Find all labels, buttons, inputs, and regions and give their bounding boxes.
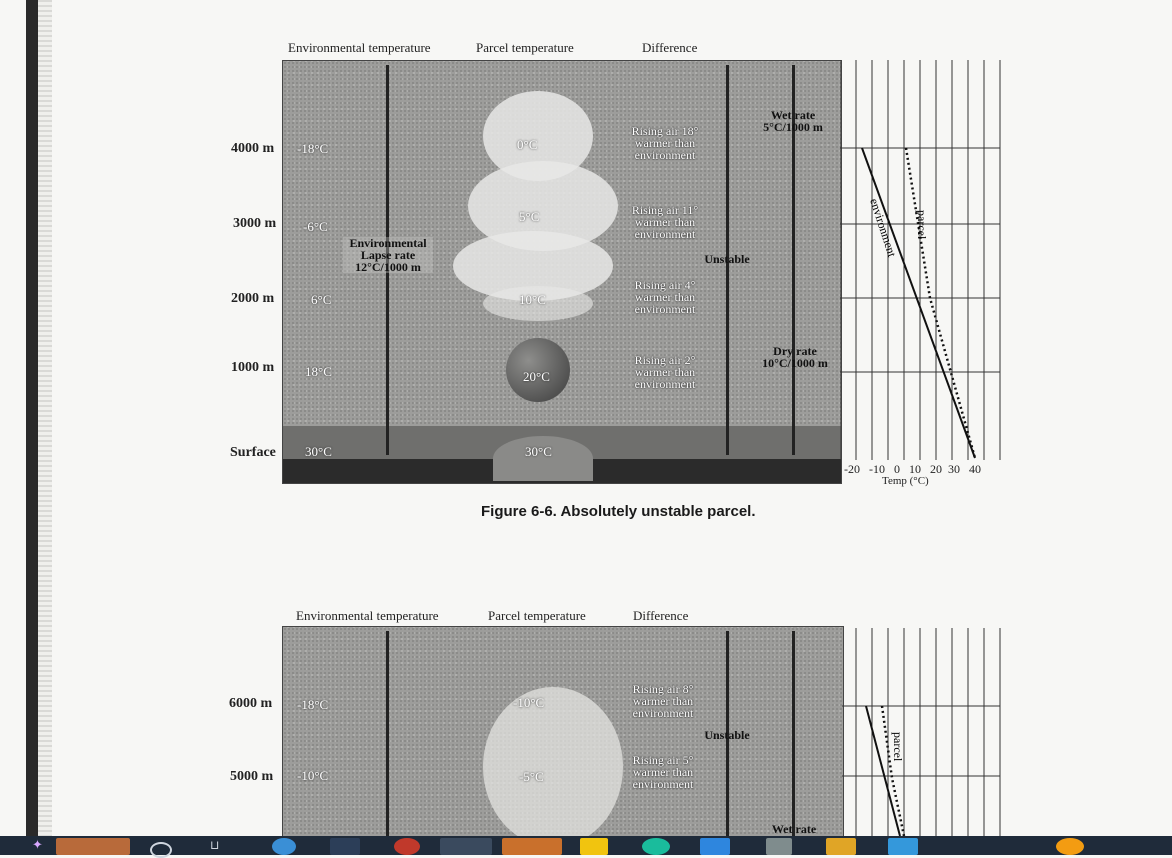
rate-arrow xyxy=(792,631,795,837)
task-view-icon[interactable]: ⊔ xyxy=(210,838,230,855)
unstable-label: Unstable xyxy=(704,728,750,742)
env-temp: -18°C xyxy=(297,141,329,156)
parcel-line xyxy=(904,147,977,459)
mail-icon[interactable] xyxy=(700,838,730,855)
env-temp: 18°C xyxy=(305,364,332,379)
difference-note: Rising air 4° warmer than environment xyxy=(634,278,696,316)
column-header-environmental: Environmental temperature xyxy=(296,608,439,623)
scan-left-edge xyxy=(26,0,38,836)
column-header-parcel: Parcel temperature xyxy=(476,40,574,55)
difference-note: Rising air 11° warmer than environment xyxy=(631,203,699,241)
parcel-temp: -5°C xyxy=(519,769,544,784)
figure-caption: Figure 6-6. Absolutely unstable parcel. xyxy=(481,503,756,520)
parcel-label: parcel xyxy=(915,210,929,240)
parcel-label: parcel xyxy=(891,732,905,762)
difference-note: Rising air 18° warmer than environment xyxy=(631,124,699,162)
column-header-parcel: Parcel temperature xyxy=(488,608,586,623)
environment-line xyxy=(861,147,976,459)
browser-icon[interactable] xyxy=(272,838,296,855)
difference-note: Rising air 2° warmer than environment xyxy=(634,353,696,391)
altitude-label: 2000 m xyxy=(231,291,275,306)
chrome-icon[interactable] xyxy=(642,838,670,855)
store-icon[interactable] xyxy=(888,838,918,855)
dry-rate-label: Dry rate 10°C/1000 m xyxy=(762,344,828,370)
unstable-label: Unstable xyxy=(704,252,750,266)
column-header-difference: Difference xyxy=(633,608,689,623)
altitude-label: 4000 m xyxy=(231,141,275,156)
column-header-difference: Difference xyxy=(642,40,698,55)
env-temp: -6°C xyxy=(303,219,328,234)
parcel-line xyxy=(880,705,906,836)
environmental-lapse-arrow xyxy=(386,631,389,837)
folder-icon[interactable] xyxy=(826,838,856,855)
parcel-temp: -10°C xyxy=(513,695,545,710)
altitude-label: 1000 m xyxy=(231,360,275,375)
env-temp: -18°C xyxy=(297,697,329,712)
calculator-icon[interactable] xyxy=(766,838,792,855)
environment-line xyxy=(865,705,901,836)
atmosphere-illustration: -18°C -10°C -10°C -5°C Rising air 8° warm… xyxy=(282,626,844,837)
env-temp: 30°C xyxy=(305,444,332,459)
parcel-temp: 20°C xyxy=(523,369,550,384)
media-icon[interactable] xyxy=(394,838,420,855)
difference-note: Rising air 5° warmer than environment xyxy=(632,753,694,791)
altitude-label: Surface xyxy=(230,445,276,460)
lapse-rate-label: Environmental Lapse rate 12°C/1000 m xyxy=(343,237,433,273)
chart-x-label: Temp (°C) xyxy=(882,475,929,487)
active-app-icon[interactable] xyxy=(502,838,562,855)
app-icon[interactable] xyxy=(330,838,360,855)
wet-rate-label: Wet rate 5°C/1000 m xyxy=(763,108,823,134)
search-icon[interactable] xyxy=(150,842,172,858)
parcel-temp: 10°C xyxy=(519,292,546,307)
taskbar-thumbnail[interactable] xyxy=(56,838,130,855)
atmosphere-illustration: -18°C -6°C 6°C 18°C 30°C 0°C 5°C 10°C 20… xyxy=(282,60,842,484)
sparkle-icon[interactable]: ✦ xyxy=(32,838,46,855)
notes-icon[interactable] xyxy=(580,838,608,855)
temperature-profile-chart: environment parcel xyxy=(840,60,1001,460)
env-temp: 6°C xyxy=(311,292,332,307)
wet-rate-label: Wet rate xyxy=(771,822,817,836)
difference-note: Rising air 8° warmer than environment xyxy=(632,682,694,720)
scan-binding-grain xyxy=(38,0,52,836)
parcel-temp: 5°C xyxy=(519,209,540,224)
column-header-environmental: Environmental temperature xyxy=(288,40,431,55)
pinned-app-icon[interactable] xyxy=(440,838,492,855)
altitude-label: 6000 m xyxy=(229,696,273,711)
env-temp: -10°C xyxy=(297,768,329,783)
weather-icon[interactable] xyxy=(1056,838,1084,855)
temperature-profile-chart: parcel xyxy=(842,628,1001,836)
parcel-temp: 30°C xyxy=(525,444,552,459)
parcel-temp: 0°C xyxy=(517,137,538,152)
altitude-label: 5000 m xyxy=(230,769,274,784)
altitude-label: 3000 m xyxy=(233,216,277,231)
